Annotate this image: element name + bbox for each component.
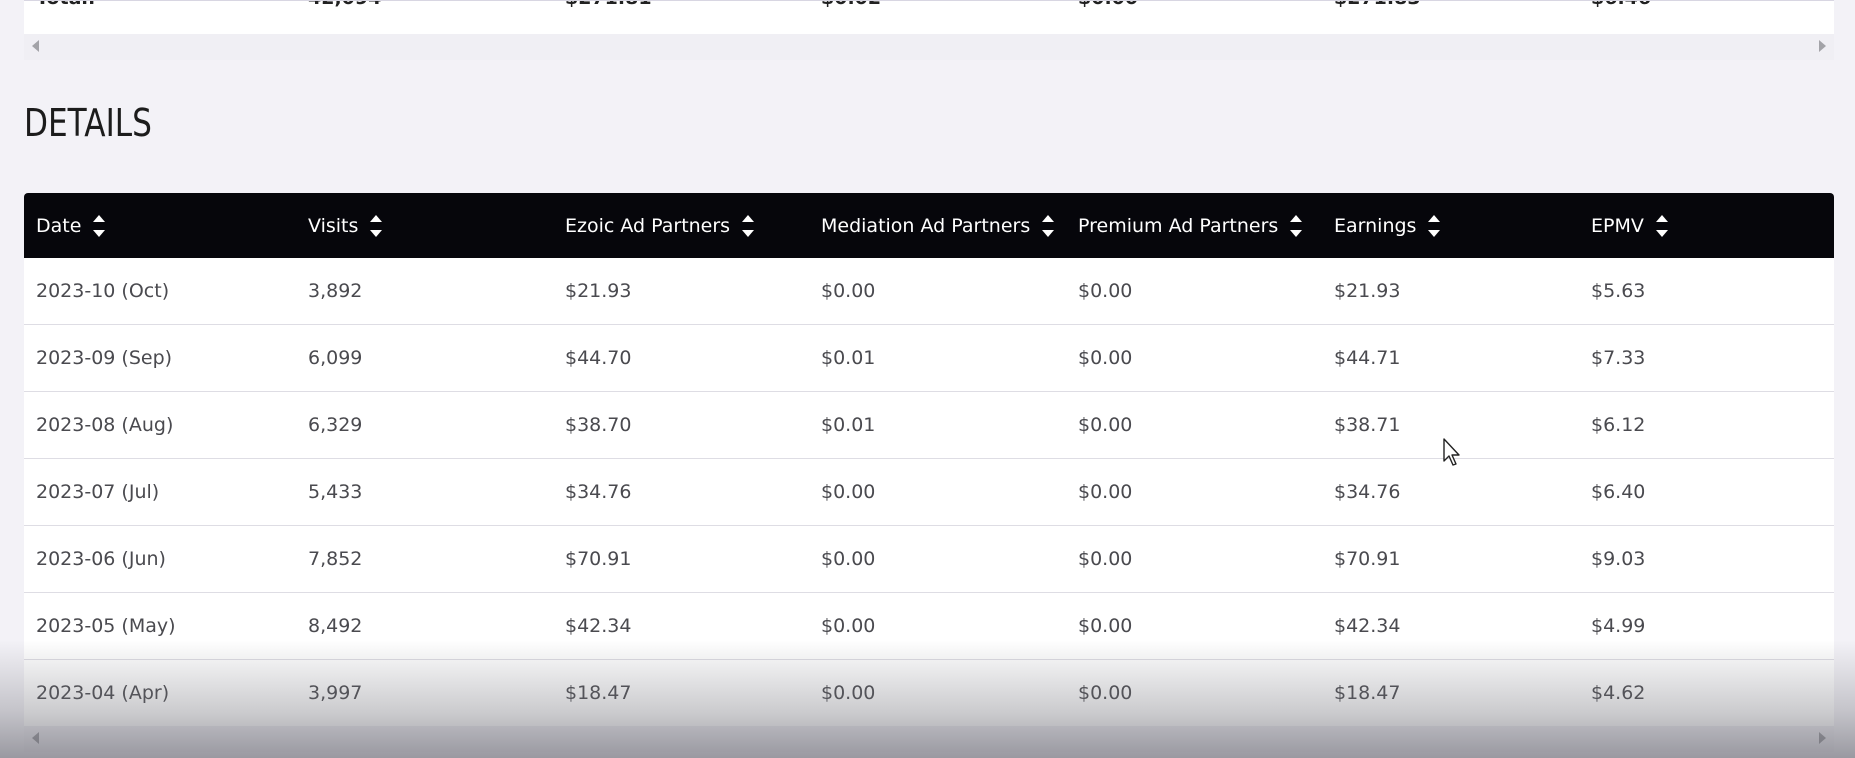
- cell-mediation: $0.00: [821, 548, 876, 570]
- totals-mediation: $0.02: [821, 1, 881, 9]
- sort-icon[interactable]: [370, 213, 383, 239]
- column-header-label: EPMV: [1591, 214, 1644, 237]
- totals-horizontal-scrollbar[interactable]: [24, 34, 1834, 60]
- cell-earnings: $38.71: [1334, 414, 1401, 436]
- totals-table: Total: 42,094 $271.81 $0.02 $0.00 $271.8…: [24, 0, 1834, 35]
- totals-ezoic: $271.81: [565, 1, 652, 9]
- cell-ezoic: $21.93: [565, 280, 632, 302]
- sort-icon[interactable]: [1290, 213, 1303, 239]
- scroll-left-arrow-icon[interactable]: [32, 732, 39, 744]
- cell-date: 2023-07 (Jul): [36, 481, 160, 503]
- column-header-label: Mediation Ad Partners: [821, 214, 1031, 237]
- cell-epmv: $6.40: [1591, 481, 1646, 503]
- column-header-ezoic-ad-partners[interactable]: Ezoic Ad Partners: [565, 193, 755, 258]
- cell-mediation: $0.00: [821, 615, 876, 637]
- totals-epmv: $6.46: [1591, 1, 1651, 9]
- cell-earnings: $70.91: [1334, 548, 1401, 570]
- column-header-label: Date: [36, 214, 82, 237]
- column-header-visits[interactable]: Visits: [308, 193, 383, 258]
- cell-earnings: $42.34: [1334, 615, 1401, 637]
- cell-earnings: $18.47: [1334, 682, 1401, 704]
- cell-earnings: $44.71: [1334, 347, 1401, 369]
- cell-visits: 3,997: [308, 682, 363, 704]
- cell-mediation: $0.00: [821, 682, 876, 704]
- cell-epmv: $6.12: [1591, 414, 1646, 436]
- cell-epmv: $5.63: [1591, 280, 1646, 302]
- cell-premium: $0.00: [1078, 414, 1133, 436]
- cell-epmv: $7.33: [1591, 347, 1646, 369]
- sort-icon[interactable]: [1655, 213, 1668, 239]
- cell-date: 2023-04 (Apr): [36, 682, 170, 704]
- column-header-label: Ezoic Ad Partners: [565, 214, 731, 237]
- sort-icon[interactable]: [742, 213, 755, 239]
- cell-premium: $0.00: [1078, 481, 1133, 503]
- column-header-mediation-ad-partners[interactable]: Mediation Ad Partners: [821, 193, 1055, 258]
- cell-epmv: $4.99: [1591, 615, 1646, 637]
- cell-visits: 6,099: [308, 347, 363, 369]
- details-heading: DETAILS: [24, 101, 152, 145]
- cell-date: 2023-08 (Aug): [36, 414, 174, 436]
- table-row: 2023-05 (May) 8,492 $42.34 $0.00 $0.00 $…: [24, 593, 1834, 660]
- column-header-date[interactable]: Date: [36, 193, 106, 258]
- mouse-pointer-icon: [1443, 438, 1460, 466]
- column-header-premium-ad-partners[interactable]: Premium Ad Partners: [1078, 193, 1303, 258]
- totals-label: Total:: [36, 1, 96, 9]
- scroll-right-arrow-icon[interactable]: [1819, 732, 1826, 744]
- cell-ezoic: $44.70: [565, 347, 632, 369]
- cell-mediation: $0.00: [821, 280, 876, 302]
- sort-icon[interactable]: [93, 213, 106, 239]
- totals-premium: $0.00: [1078, 1, 1138, 9]
- cell-date: 2023-06 (Jun): [36, 548, 166, 570]
- cell-ezoic: $42.34: [565, 615, 632, 637]
- column-header-label: Earnings: [1334, 214, 1417, 237]
- cell-date: 2023-05 (May): [36, 615, 176, 637]
- cell-epmv: $4.62: [1591, 682, 1646, 704]
- cell-premium: $0.00: [1078, 615, 1133, 637]
- sort-icon[interactable]: [1428, 213, 1441, 239]
- cell-mediation: $0.01: [821, 414, 876, 436]
- scroll-left-arrow-icon[interactable]: [32, 40, 39, 52]
- table-row: 2023-10 (Oct) 3,892 $21.93 $0.00 $0.00 $…: [24, 258, 1834, 325]
- column-header-label: Visits: [308, 214, 359, 237]
- cell-ezoic: $34.76: [565, 481, 632, 503]
- cell-premium: $0.00: [1078, 682, 1133, 704]
- details-table: Date Visits Ezoic Ad Partners Mediation …: [24, 193, 1834, 727]
- report-page: Total: 42,094 $271.81 $0.02 $0.00 $271.8…: [0, 0, 1855, 758]
- cell-epmv: $9.03: [1591, 548, 1646, 570]
- scroll-right-arrow-icon[interactable]: [1819, 40, 1826, 52]
- cell-visits: 3,892: [308, 280, 363, 302]
- cell-visits: 8,492: [308, 615, 363, 637]
- totals-visits: 42,094: [308, 1, 381, 9]
- sort-icon[interactable]: [1042, 213, 1055, 239]
- table-row: 2023-08 (Aug) 6,329 $38.70 $0.01 $0.00 $…: [24, 392, 1834, 459]
- cell-premium: $0.00: [1078, 548, 1133, 570]
- details-table-body: 2023-10 (Oct) 3,892 $21.93 $0.00 $0.00 $…: [24, 258, 1834, 727]
- cell-premium: $0.00: [1078, 280, 1133, 302]
- cell-ezoic: $38.70: [565, 414, 632, 436]
- totals-earnings: $271.83: [1334, 1, 1421, 9]
- cell-visits: 5,433: [308, 481, 363, 503]
- table-row: 2023-06 (Jun) 7,852 $70.91 $0.00 $0.00 $…: [24, 526, 1834, 593]
- cell-date: 2023-09 (Sep): [36, 347, 173, 369]
- cell-date: 2023-10 (Oct): [36, 280, 170, 302]
- cell-earnings: $34.76: [1334, 481, 1401, 503]
- cell-mediation: $0.01: [821, 347, 876, 369]
- cell-ezoic: $70.91: [565, 548, 632, 570]
- cell-mediation: $0.00: [821, 481, 876, 503]
- totals-row: Total: 42,094 $271.81 $0.02 $0.00 $271.8…: [24, 1, 1834, 15]
- column-header-label: Premium Ad Partners: [1078, 214, 1279, 237]
- cell-earnings: $21.93: [1334, 280, 1401, 302]
- cell-ezoic: $18.47: [565, 682, 632, 704]
- cell-visits: 7,852: [308, 548, 363, 570]
- table-row: 2023-04 (Apr) 3,997 $18.47 $0.00 $0.00 $…: [24, 660, 1834, 727]
- table-row: 2023-09 (Sep) 6,099 $44.70 $0.01 $0.00 $…: [24, 325, 1834, 392]
- cell-premium: $0.00: [1078, 347, 1133, 369]
- cell-visits: 6,329: [308, 414, 363, 436]
- column-header-epmv[interactable]: EPMV: [1591, 193, 1668, 258]
- details-table-header: Date Visits Ezoic Ad Partners Mediation …: [24, 193, 1834, 258]
- details-horizontal-scrollbar[interactable]: [24, 726, 1834, 752]
- table-row: 2023-07 (Jul) 5,433 $34.76 $0.00 $0.00 $…: [24, 459, 1834, 526]
- column-header-earnings[interactable]: Earnings: [1334, 193, 1441, 258]
